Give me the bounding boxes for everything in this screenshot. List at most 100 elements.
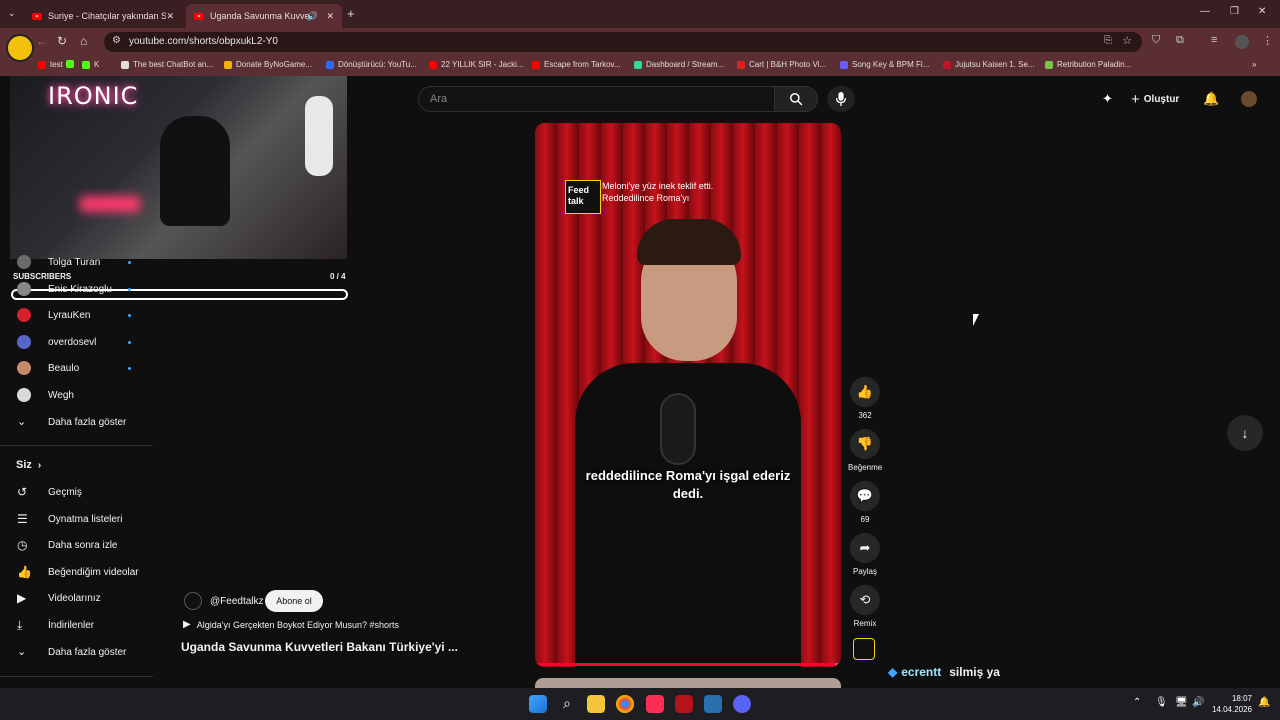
tab-1[interactable]: Suriye - Cihatçılar yakından SA ✕ xyxy=(24,4,182,28)
bookmark-chatbot[interactable]: The best ChatBot an... xyxy=(121,60,213,69)
tray-mic-icon[interactable]: 🎙 xyxy=(1155,697,1168,708)
file-explorer-icon[interactable] xyxy=(587,695,605,713)
install-icon[interactable]: ⎘ xyxy=(1104,35,1112,46)
live-dot xyxy=(128,287,131,291)
windows-start-icon[interactable] xyxy=(529,695,547,713)
back-icon[interactable]: ← xyxy=(36,34,48,48)
tray-network-icon[interactable]: 🖥 xyxy=(1175,697,1188,708)
taskbar-search-icon[interactable]: ⌕ xyxy=(558,695,576,713)
close-tab-2-icon[interactable]: ✕ xyxy=(326,11,334,22)
tray-overflow-icon[interactable]: ⌃ xyxy=(1133,697,1141,708)
sound-channel-thumbnail[interactable] xyxy=(853,638,875,660)
subs-show-more[interactable]: ⌄ Daha fazla göster xyxy=(0,409,153,435)
home-icon[interactable]: ⌂ xyxy=(80,34,87,48)
sub-item-wegh[interactable]: Wegh xyxy=(0,382,153,408)
stream-app-icon[interactable] xyxy=(675,695,693,713)
bookmark-bynogame[interactable]: Donate ByNoGame... xyxy=(224,60,312,69)
bookmark-converter[interactable]: Dönüştürücü: YouTu... xyxy=(326,60,417,69)
music-app-icon[interactable] xyxy=(646,695,664,713)
bookmark-jujutsu[interactable]: Jujutsu Kaisen 1. Se... xyxy=(943,60,1035,69)
short-title[interactable]: Uganda Savunma Kuvvetleri Bakanı Türkiye… xyxy=(181,640,458,654)
bookmark-bh[interactable]: Cart | B&H Photo Vi... xyxy=(737,60,826,69)
sub-item-overdosevl[interactable]: overdosevl xyxy=(0,329,153,355)
presenter-hair xyxy=(637,219,741,265)
tray-volume-icon[interactable]: 🔊 xyxy=(1192,697,1204,708)
minimize-icon[interactable]: — xyxy=(1200,6,1210,17)
network-app-icon[interactable] xyxy=(704,695,722,713)
profile-avatar[interactable] xyxy=(1235,35,1249,49)
mouse-cursor-icon xyxy=(973,314,985,326)
site-info-icon[interactable]: ⚙ xyxy=(112,35,121,46)
restore-icon[interactable]: ❐ xyxy=(1230,6,1239,17)
taskbar-clock[interactable]: 18:07 14.04.2026 xyxy=(1210,693,1252,715)
sub-item-tolga[interactable]: Tolga Turan xyxy=(0,249,153,275)
you-section-title[interactable]: Siz › xyxy=(16,459,41,471)
discord-icon[interactable] xyxy=(733,695,751,713)
channel-avatar[interactable] xyxy=(184,592,202,610)
you-show-more[interactable]: ⌄ Daha fazla göster xyxy=(0,639,153,665)
create-button[interactable]: + Oluştur xyxy=(1131,91,1179,108)
close-tab-1-icon[interactable]: ✕ xyxy=(166,11,174,22)
notifications-icon[interactable]: 🔔 xyxy=(1203,91,1219,107)
bookmark-paladin[interactable]: Retribution Paladin... xyxy=(1045,60,1131,69)
bookmark-dashboard[interactable]: Dashboard / Stream... xyxy=(634,60,724,69)
speaker-icon[interactable]: 🔊 xyxy=(307,11,318,22)
browser-menu-icon[interactable]: ⋮ xyxy=(1262,34,1273,47)
tab-search-icon[interactable]: ⌄ xyxy=(8,8,20,20)
you-item-downloads[interactable]: ⤓ İndirilenler xyxy=(0,612,153,638)
bookmark-tarkov[interactable]: Escape from Tarkov... xyxy=(532,60,621,69)
you-item-history[interactable]: ↺ Geçmiş xyxy=(0,479,153,505)
thumbs-down-icon: 👎 xyxy=(856,436,874,451)
next-short-preview[interactable] xyxy=(535,678,841,688)
live-dot xyxy=(128,340,131,344)
like-button[interactable]: 👍 362 xyxy=(848,377,882,420)
new-tab-button[interactable]: + xyxy=(347,6,355,21)
you-item-liked[interactable]: 👍 Beğendiğim videolar xyxy=(0,559,153,585)
reload-icon[interactable]: ↻ xyxy=(57,34,67,48)
dislike-button[interactable]: 👎 Beğenme xyxy=(848,429,882,472)
address-bar[interactable]: ⚙ youtube.com/shorts/obpxukL2-Y0 ⎘ ☆ xyxy=(104,32,1142,52)
notification-center-icon[interactable]: 🔔 xyxy=(1258,697,1270,708)
bookmark-test[interactable]: test xyxy=(38,60,63,69)
sub-item-lyrauken[interactable]: LyrauKen xyxy=(0,302,153,328)
bookmark-k2[interactable]: K xyxy=(82,60,99,69)
streamer-logo xyxy=(6,34,34,62)
tab-1-label: Suriye - Cihatçılar yakından SA xyxy=(48,11,166,21)
you-item-your-videos[interactable]: ▶ Videolarınız xyxy=(0,585,153,611)
playlist-link[interactable]: ▶ Algida'yı Gerçekten Boykot Ediyor Musu… xyxy=(183,619,399,630)
window-close-icon[interactable]: ✕ xyxy=(1258,6,1266,17)
you-item-watch-later[interactable]: ◷ Daha sonra izle xyxy=(0,532,153,558)
you-item-playlists[interactable]: ☰ Oynatma listeleri xyxy=(0,506,153,532)
bookmark-k[interactable] xyxy=(66,60,78,68)
voice-search-button[interactable] xyxy=(827,86,855,112)
sub-item-enis[interactable]: Enis Kirazoglu xyxy=(0,276,153,302)
comments-button[interactable]: 💬 69 xyxy=(848,481,882,524)
mic-icon xyxy=(835,92,847,106)
tab-2[interactable]: Uganda Savunma Kuvvetler 🔊 ✕ xyxy=(186,4,342,28)
subscribe-button[interactable]: Abone ol xyxy=(265,590,323,612)
shield-icon[interactable]: ⛉ xyxy=(1152,34,1160,47)
account-avatar[interactable] xyxy=(1241,91,1257,107)
sub-item-beaulo[interactable]: Beaulo xyxy=(0,355,153,381)
share-button[interactable]: ➦ Paylaş xyxy=(848,533,882,576)
video-progress-track[interactable] xyxy=(535,663,841,666)
ai-sparkle-icon[interactable]: ✦ xyxy=(1102,91,1113,107)
more-bookmarks-icon[interactable]: » xyxy=(1252,60,1256,69)
avatar xyxy=(17,308,31,322)
extensions-icon[interactable]: ⧉ xyxy=(1176,34,1184,47)
url-text[interactable]: youtube.com/shorts/obpxukL2-Y0 xyxy=(129,36,278,47)
playlists-icon: ☰ xyxy=(17,512,28,526)
windows-taskbar xyxy=(0,688,1280,720)
next-short-button[interactable]: ↓ xyxy=(1227,415,1263,451)
search-button[interactable] xyxy=(774,86,818,112)
media-icon[interactable]: ≡ xyxy=(1211,34,1217,46)
chrome-icon[interactable] xyxy=(616,695,634,713)
bookmark-star-icon[interactable]: ☆ xyxy=(1122,34,1132,47)
sidebar-divider xyxy=(0,445,153,446)
bookmark-jackie[interactable]: 22 YILLIK SIR - Jacki... xyxy=(429,60,524,69)
search-input[interactable]: Ara xyxy=(418,86,776,112)
channel-handle[interactable]: @Feedtalkz xyxy=(210,596,264,607)
bookmark-songkey[interactable]: Song Key & BPM Fi... xyxy=(840,60,929,69)
remix-button[interactable]: ⟲ Remix xyxy=(848,585,882,628)
short-video-player[interactable]: Feed talk Meloni'ye yüz inek teklif etti… xyxy=(535,123,841,667)
